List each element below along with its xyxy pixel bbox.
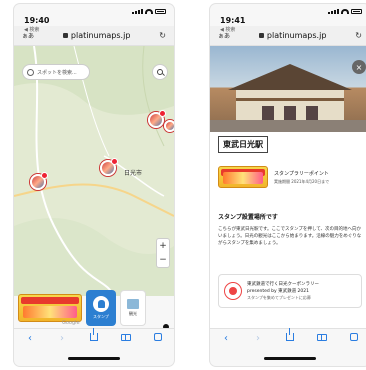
browser-toolbar: ‹ › <box>210 328 366 348</box>
phone-map-screen: 19:40 ◀ 検索 ぁあ platinumaps.jp ↻ スポットを検索..… <box>14 4 174 366</box>
status-time: 19:40 <box>24 16 50 25</box>
rally-card-line2: presented by 東武鉄道 2021 <box>247 289 309 294</box>
forward-button[interactable]: › <box>54 333 70 344</box>
spot-carousel: スタンプ 観光 <box>14 286 174 330</box>
tabs-icon <box>350 333 358 341</box>
category-card[interactable]: 観光 <box>120 290 146 326</box>
home-indicator[interactable] <box>68 357 120 360</box>
url-host: platinumaps.jp <box>70 31 131 40</box>
reload-icon[interactable]: ↻ <box>355 31 362 40</box>
reload-icon[interactable]: ↻ <box>159 31 166 40</box>
category-thumbnail <box>127 299 139 309</box>
status-icons <box>132 9 166 14</box>
tabs-button[interactable] <box>150 333 166 344</box>
section-body: こちらが東武日光駅です。ここでスタンプを押して、次の目的地へ向かいましょう。日光… <box>218 227 362 246</box>
share-icon <box>90 328 98 341</box>
share-button[interactable] <box>282 328 298 344</box>
pin-badge <box>159 110 166 117</box>
url-host: platinumaps.jp <box>266 31 327 40</box>
category-card-label: 観光 <box>129 311 137 316</box>
rally-logo-icon <box>224 282 242 300</box>
tabs-icon <box>154 333 162 341</box>
pin-badge <box>111 158 118 165</box>
rally-card-line1: 東武鉄道で行く日光クーポンラリー <box>247 282 319 287</box>
stamp-button[interactable]: スタンプ <box>86 290 116 326</box>
signal-icon <box>132 9 143 14</box>
close-detail-button[interactable]: × <box>352 60 366 74</box>
lock-icon <box>258 33 264 38</box>
map-pin[interactable] <box>100 158 118 176</box>
status-icons <box>328 9 362 14</box>
rally-card-line3: スタンプを集めてプレゼントに応募 <box>247 295 311 300</box>
zoom-in-button[interactable]: + <box>159 241 167 251</box>
url-display[interactable]: platinumaps.jp <box>258 31 327 40</box>
map-place-label: 日光市 <box>124 170 143 177</box>
share-button[interactable] <box>86 328 102 344</box>
browser-toolbar: ‹ › <box>14 328 174 348</box>
back-button[interactable]: ‹ <box>22 333 38 344</box>
section-title: スタンプ設置場所です <box>218 214 278 221</box>
stamp-icon <box>93 296 109 312</box>
stamp-point-row[interactable]: スタンプラリーポイント 実施期間 2021年4月20日まで <box>218 166 329 188</box>
reader-aa-button[interactable]: ぁあ <box>218 31 230 40</box>
url-display[interactable]: platinumaps.jp <box>62 31 131 40</box>
pin-badge <box>41 172 48 179</box>
map-search-input[interactable]: スポットを検索... <box>22 64 90 80</box>
stamp-point-title: スタンプラリーポイント <box>274 170 329 177</box>
bookmarks-button[interactable] <box>314 333 330 344</box>
status-bar: 19:40 ◀ 検索 <box>14 4 174 33</box>
zoom-control: + − <box>156 238 170 268</box>
battery-icon <box>351 9 362 14</box>
map-pin[interactable] <box>148 110 166 128</box>
battery-icon <box>155 9 166 14</box>
signal-icon <box>328 9 339 14</box>
phone-detail-screen: 19:41 ◀ 検索 ぁあ platinumaps.jp ↻ × 東武日光駅 ス… <box>210 4 366 366</box>
promo-ribbon <box>21 297 79 304</box>
reader-aa-button[interactable]: ぁあ <box>22 31 34 40</box>
tabs-button[interactable] <box>346 333 362 344</box>
lock-icon <box>62 33 68 38</box>
map-search-placeholder: スポットを検索... <box>37 69 77 76</box>
map-attribution: Google <box>62 320 80 326</box>
station-photo <box>210 46 366 132</box>
wifi-icon <box>341 9 349 14</box>
wifi-icon <box>145 9 153 14</box>
map-canvas[interactable]: スポットを検索... 日光市 + − <box>14 46 174 296</box>
book-icon <box>317 334 327 341</box>
station-name: 東武日光駅 <box>218 136 268 153</box>
status-time: 19:41 <box>220 16 246 25</box>
bookmarks-button[interactable] <box>118 333 134 344</box>
rally-info-card[interactable]: 東武鉄道で行く日光クーポンラリー presented by 東武鉄道 2021 … <box>218 274 362 308</box>
stamp-rally-banner <box>218 166 268 188</box>
stamp-button-label: スタンプ <box>93 314 109 319</box>
magnifier-icon <box>157 69 163 75</box>
back-button[interactable]: ‹ <box>218 333 234 344</box>
promo-art <box>23 306 77 318</box>
home-indicator[interactable] <box>264 357 316 360</box>
forward-button[interactable]: › <box>250 333 266 344</box>
promo-banner-card[interactable] <box>18 294 82 322</box>
map-search-button[interactable] <box>152 64 168 80</box>
map-terrain <box>14 46 174 296</box>
map-pin[interactable] <box>30 172 48 190</box>
spot-detail-panel: × 東武日光駅 スタンプラリーポイント 実施期間 2021年4月20日まで スタ… <box>210 46 366 328</box>
zoom-out-button[interactable]: − <box>159 255 167 265</box>
map-pin[interactable] <box>164 120 174 132</box>
book-icon <box>121 334 131 341</box>
stamp-point-date: 実施期間 2021年4月20日まで <box>274 178 330 184</box>
share-icon <box>286 328 294 341</box>
status-bar: 19:41 ◀ 検索 <box>210 4 366 33</box>
search-icon <box>27 68 34 76</box>
